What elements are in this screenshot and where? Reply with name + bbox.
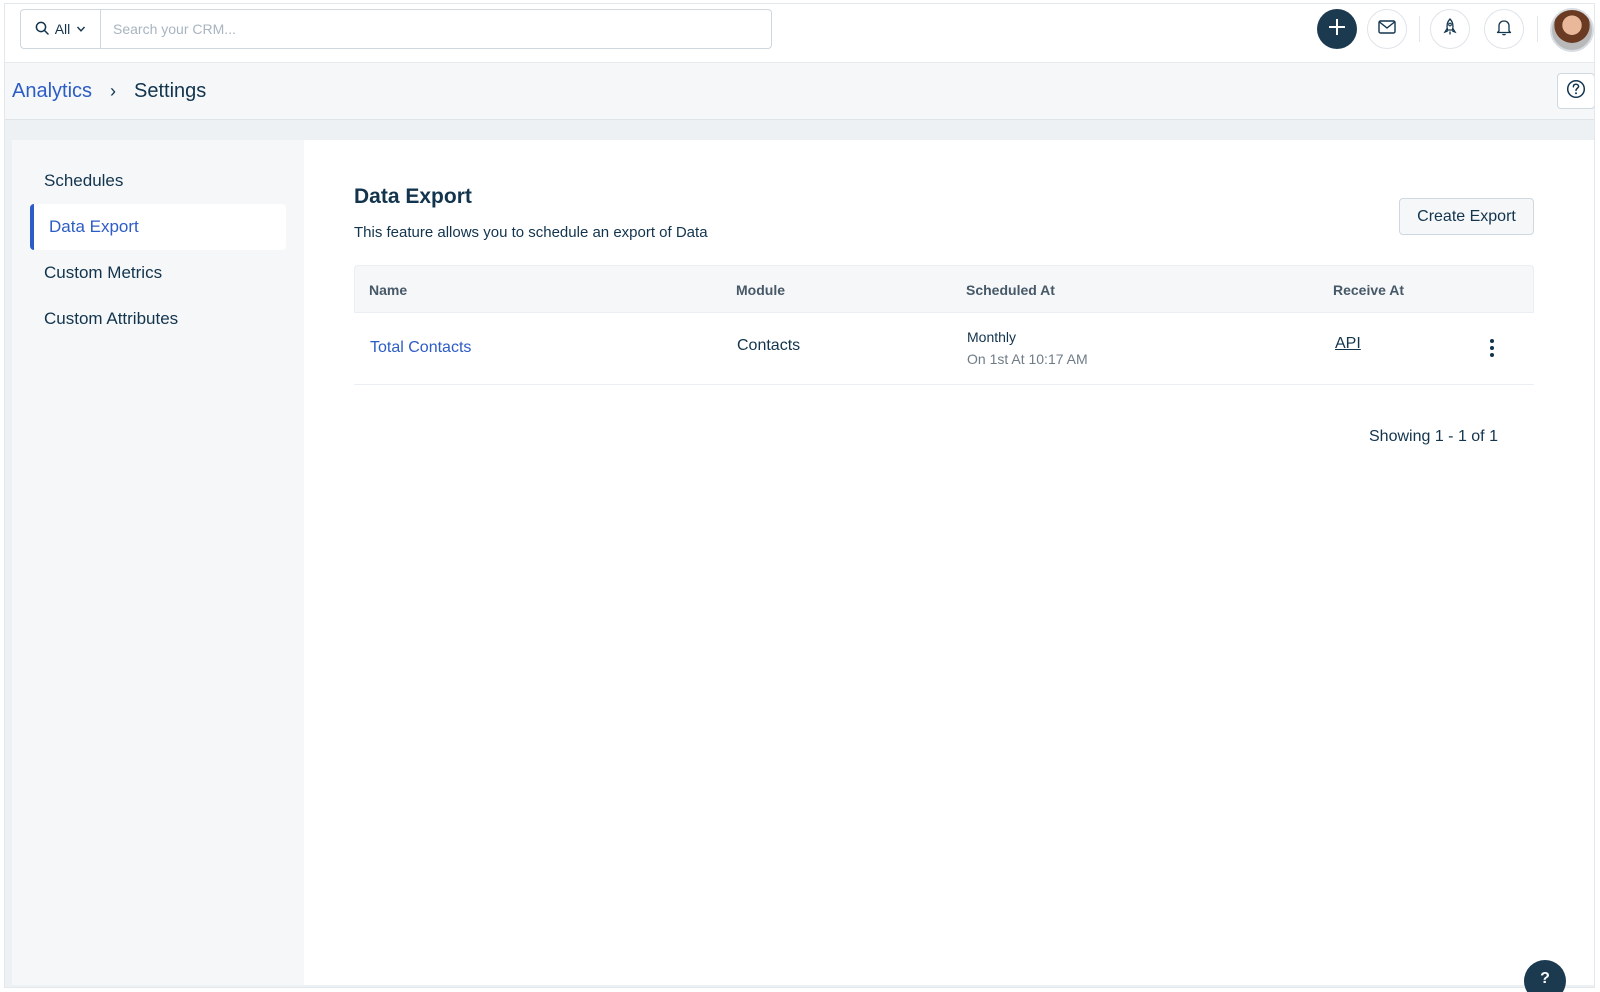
schedule-frequency: Monthly	[967, 329, 1017, 345]
search-scope-dropdown[interactable]: All	[21, 10, 101, 48]
export-name-link[interactable]: Total Contacts	[370, 339, 471, 357]
page-title: Settings	[134, 79, 207, 102]
column-header-name: Name	[369, 282, 408, 298]
export-schedule: Monthly On 1st At 10:17 AM	[967, 329, 1088, 367]
receive-at-link[interactable]: API	[1335, 335, 1361, 353]
question-circle-icon	[1566, 79, 1586, 104]
chevron-down-icon	[76, 21, 86, 37]
exports-table: Name Module Scheduled At Receive At Tota…	[354, 265, 1534, 385]
avatar[interactable]	[1550, 8, 1594, 52]
help-button[interactable]	[1557, 73, 1594, 109]
schedule-detail: On 1st At 10:17 AM	[967, 351, 1088, 367]
column-header-scheduled-at: Scheduled At	[966, 282, 1055, 298]
kebab-dot-icon	[1490, 353, 1494, 357]
sidebar-item-custom-attributes[interactable]: Custom Attributes	[30, 296, 286, 342]
app-window: All Search your CRM... Analytics › Setti…	[4, 3, 1595, 988]
row-actions-menu[interactable]	[1482, 336, 1502, 360]
column-header-receive-at: Receive At	[1333, 282, 1405, 298]
mail-icon	[1378, 19, 1396, 39]
search-input[interactable]	[101, 10, 771, 48]
column-header-module: Module	[736, 282, 785, 298]
create-export-button[interactable]: Create Export	[1399, 198, 1534, 235]
sidebar-item-data-export[interactable]: Data Export	[30, 204, 286, 250]
notifications-button[interactable]	[1484, 9, 1524, 49]
bell-icon	[1496, 18, 1512, 41]
sidebar-item-schedules[interactable]: Schedules	[30, 158, 286, 204]
divider	[1419, 16, 1420, 42]
search-icon	[35, 21, 49, 38]
breadcrumb-analytics-link[interactable]: Analytics	[12, 80, 92, 103]
divider	[1537, 16, 1538, 42]
breadcrumb: Analytics › Settings	[5, 63, 1594, 120]
sidebar-item-custom-metrics[interactable]: Custom Metrics	[30, 250, 286, 296]
rocket-icon	[1442, 17, 1458, 41]
breadcrumb-separator: ›	[110, 80, 117, 101]
section-description: This feature allows you to schedule an e…	[354, 224, 708, 241]
top-bar: All	[5, 4, 1594, 63]
settings-sidebar: Schedules Data Export Custom Metrics Cus…	[12, 140, 304, 985]
add-new-button[interactable]	[1317, 9, 1357, 49]
kebab-dot-icon	[1490, 339, 1494, 343]
rocket-button[interactable]	[1430, 9, 1470, 49]
table-row: Total Contacts Contacts Monthly On 1st A…	[354, 313, 1534, 385]
export-module: Contacts	[737, 337, 801, 354]
mail-button[interactable]	[1367, 9, 1407, 49]
table-header: Name Module Scheduled At Receive At	[354, 265, 1534, 313]
pagination-summary: Showing 1 - 1 of 1	[1369, 428, 1498, 445]
global-search: All	[20, 9, 772, 49]
search-scope-label: All	[54, 21, 71, 37]
main-content: Data Export This feature allows you to s…	[304, 140, 1594, 985]
kebab-dot-icon	[1490, 346, 1494, 350]
plus-icon	[1327, 17, 1347, 42]
section-title: Data Export	[354, 185, 472, 208]
page-edge	[0, 988, 1600, 992]
